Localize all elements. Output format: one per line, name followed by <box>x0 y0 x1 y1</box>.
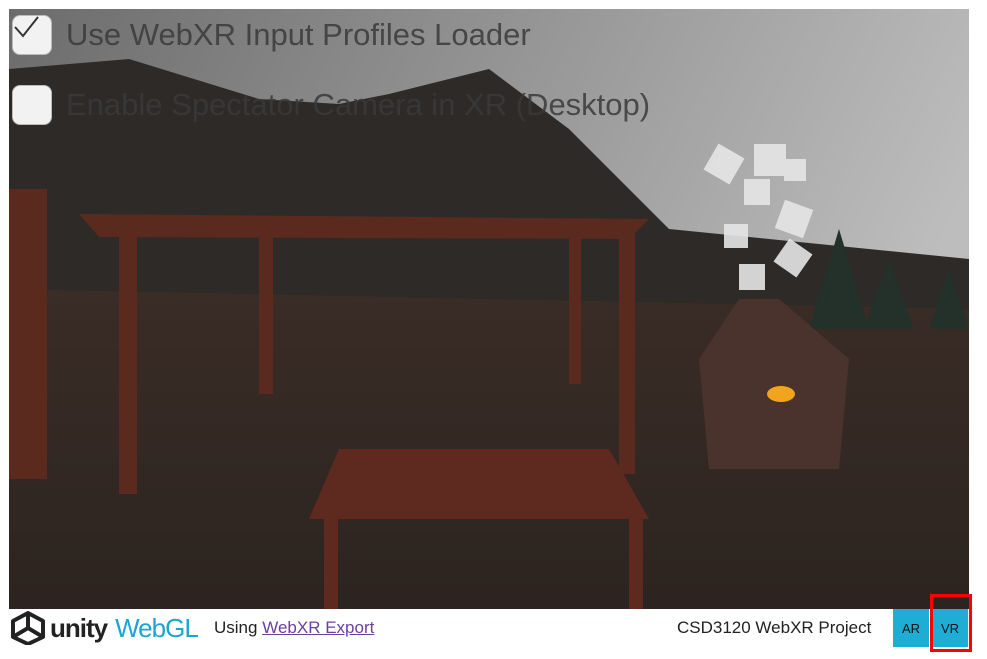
logo-unity-text: unity <box>50 612 108 643</box>
checkbox-spectator-camera[interactable] <box>12 85 52 125</box>
using-label: Using <box>214 618 258 637</box>
vr-button[interactable]: VR <box>932 609 968 647</box>
option-label: Enable Spectator Camera in XR (Desktop) <box>66 87 651 122</box>
project-title: CSD3120 WebXR Project <box>677 618 872 637</box>
checkbox-input-profiles[interactable] <box>12 15 52 55</box>
using-text: Using WebXR Export <box>214 618 374 638</box>
option-input-profiles-loader[interactable]: Use WebXR Input Profiles Loader <box>12 15 531 55</box>
option-spectator-camera[interactable]: Enable Spectator Camera in XR (Desktop) <box>12 85 650 125</box>
option-label: Use WebXR Input Profiles Loader <box>66 17 531 52</box>
webxr-export-link[interactable]: WebXR Export <box>262 618 374 637</box>
unity-cube-icon <box>11 611 45 645</box>
logo-webgl-text: WebGL <box>115 612 199 643</box>
ar-button[interactable]: AR <box>893 609 929 647</box>
checkmark-icon <box>14 16 39 38</box>
unity-webgl-logo: unity WebGL <box>10 611 199 645</box>
webgl-canvas[interactable]: Use WebXR Input Profiles Loader Enable S… <box>9 9 969 609</box>
